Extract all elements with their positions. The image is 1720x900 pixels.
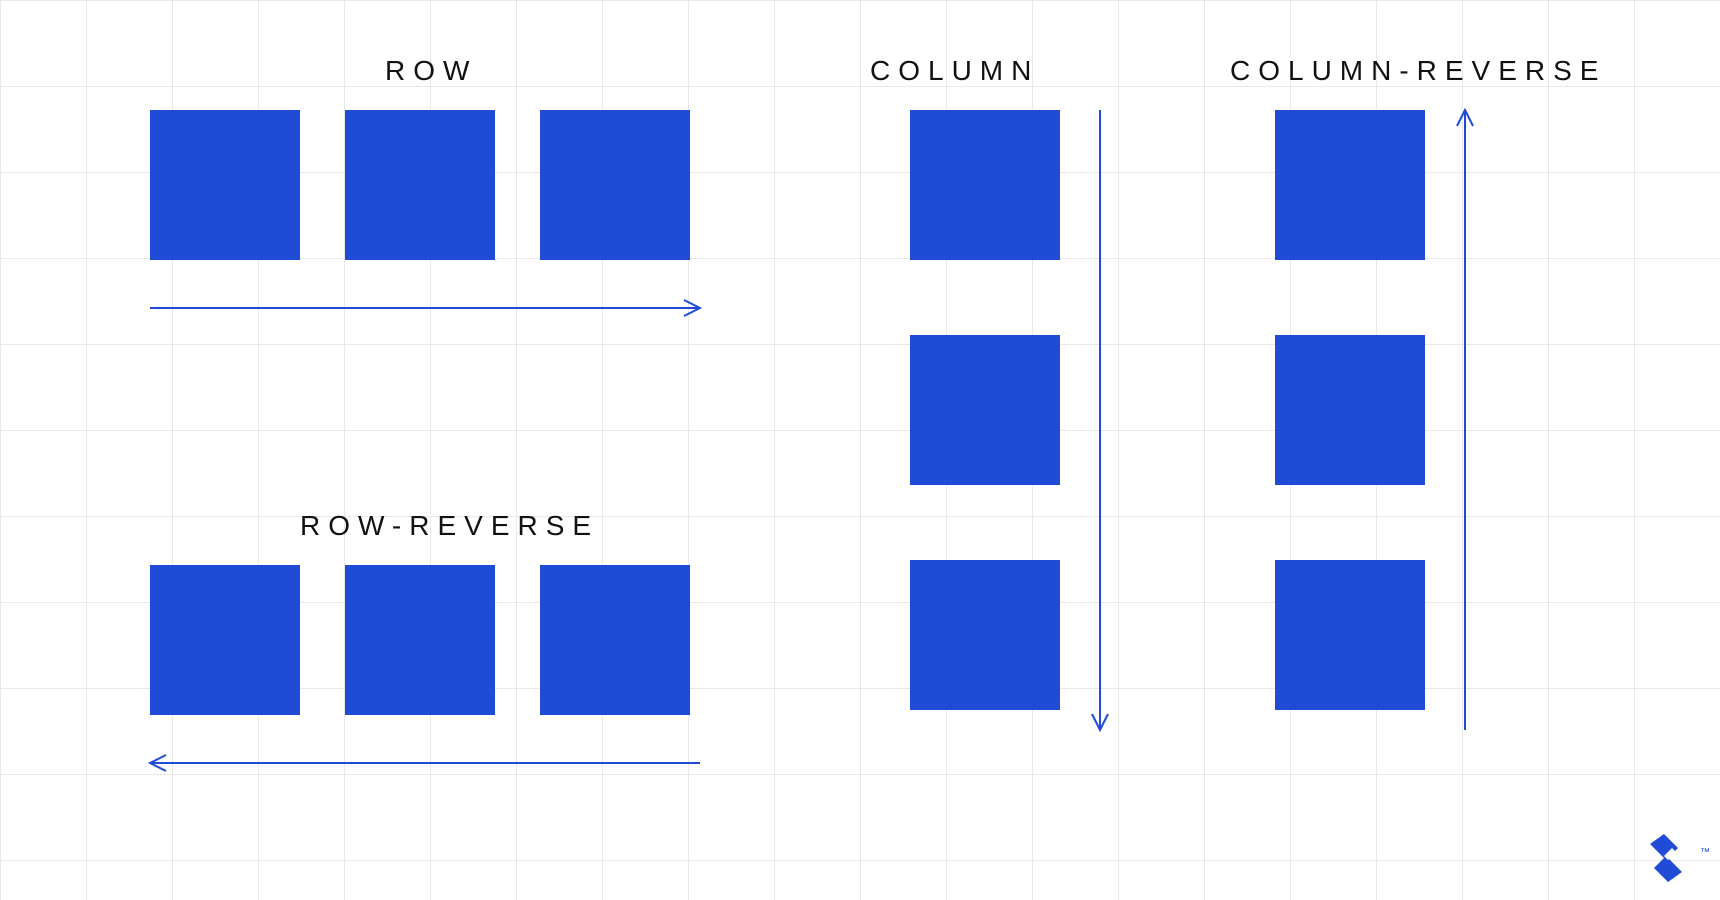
trademark-symbol: ™: [1700, 847, 1710, 858]
label-row: ROW: [385, 55, 477, 87]
column-reverse-box-3: [1275, 560, 1425, 710]
label-column-reverse: COLUMN-REVERSE: [1230, 55, 1606, 87]
column-box-2: [910, 335, 1060, 485]
column-reverse-box-1: [1275, 110, 1425, 260]
row-box-2: [345, 110, 495, 260]
column-box-3: [910, 560, 1060, 710]
row-reverse-box-2: [345, 565, 495, 715]
label-column: COLUMN: [870, 55, 1039, 87]
row-reverse-arrow: [140, 753, 700, 773]
column-box-1: [910, 110, 1060, 260]
column-arrow: [1090, 110, 1110, 740]
row-box-3: [540, 110, 690, 260]
row-box-1: [150, 110, 300, 260]
column-reverse-arrow: [1455, 100, 1475, 740]
label-row-reverse: ROW-REVERSE: [300, 510, 599, 542]
row-arrow: [150, 298, 710, 318]
column-reverse-box-2: [1275, 335, 1425, 485]
row-reverse-box-1: [150, 565, 300, 715]
row-reverse-box-3: [540, 565, 690, 715]
toptal-logo: [1650, 834, 1690, 882]
